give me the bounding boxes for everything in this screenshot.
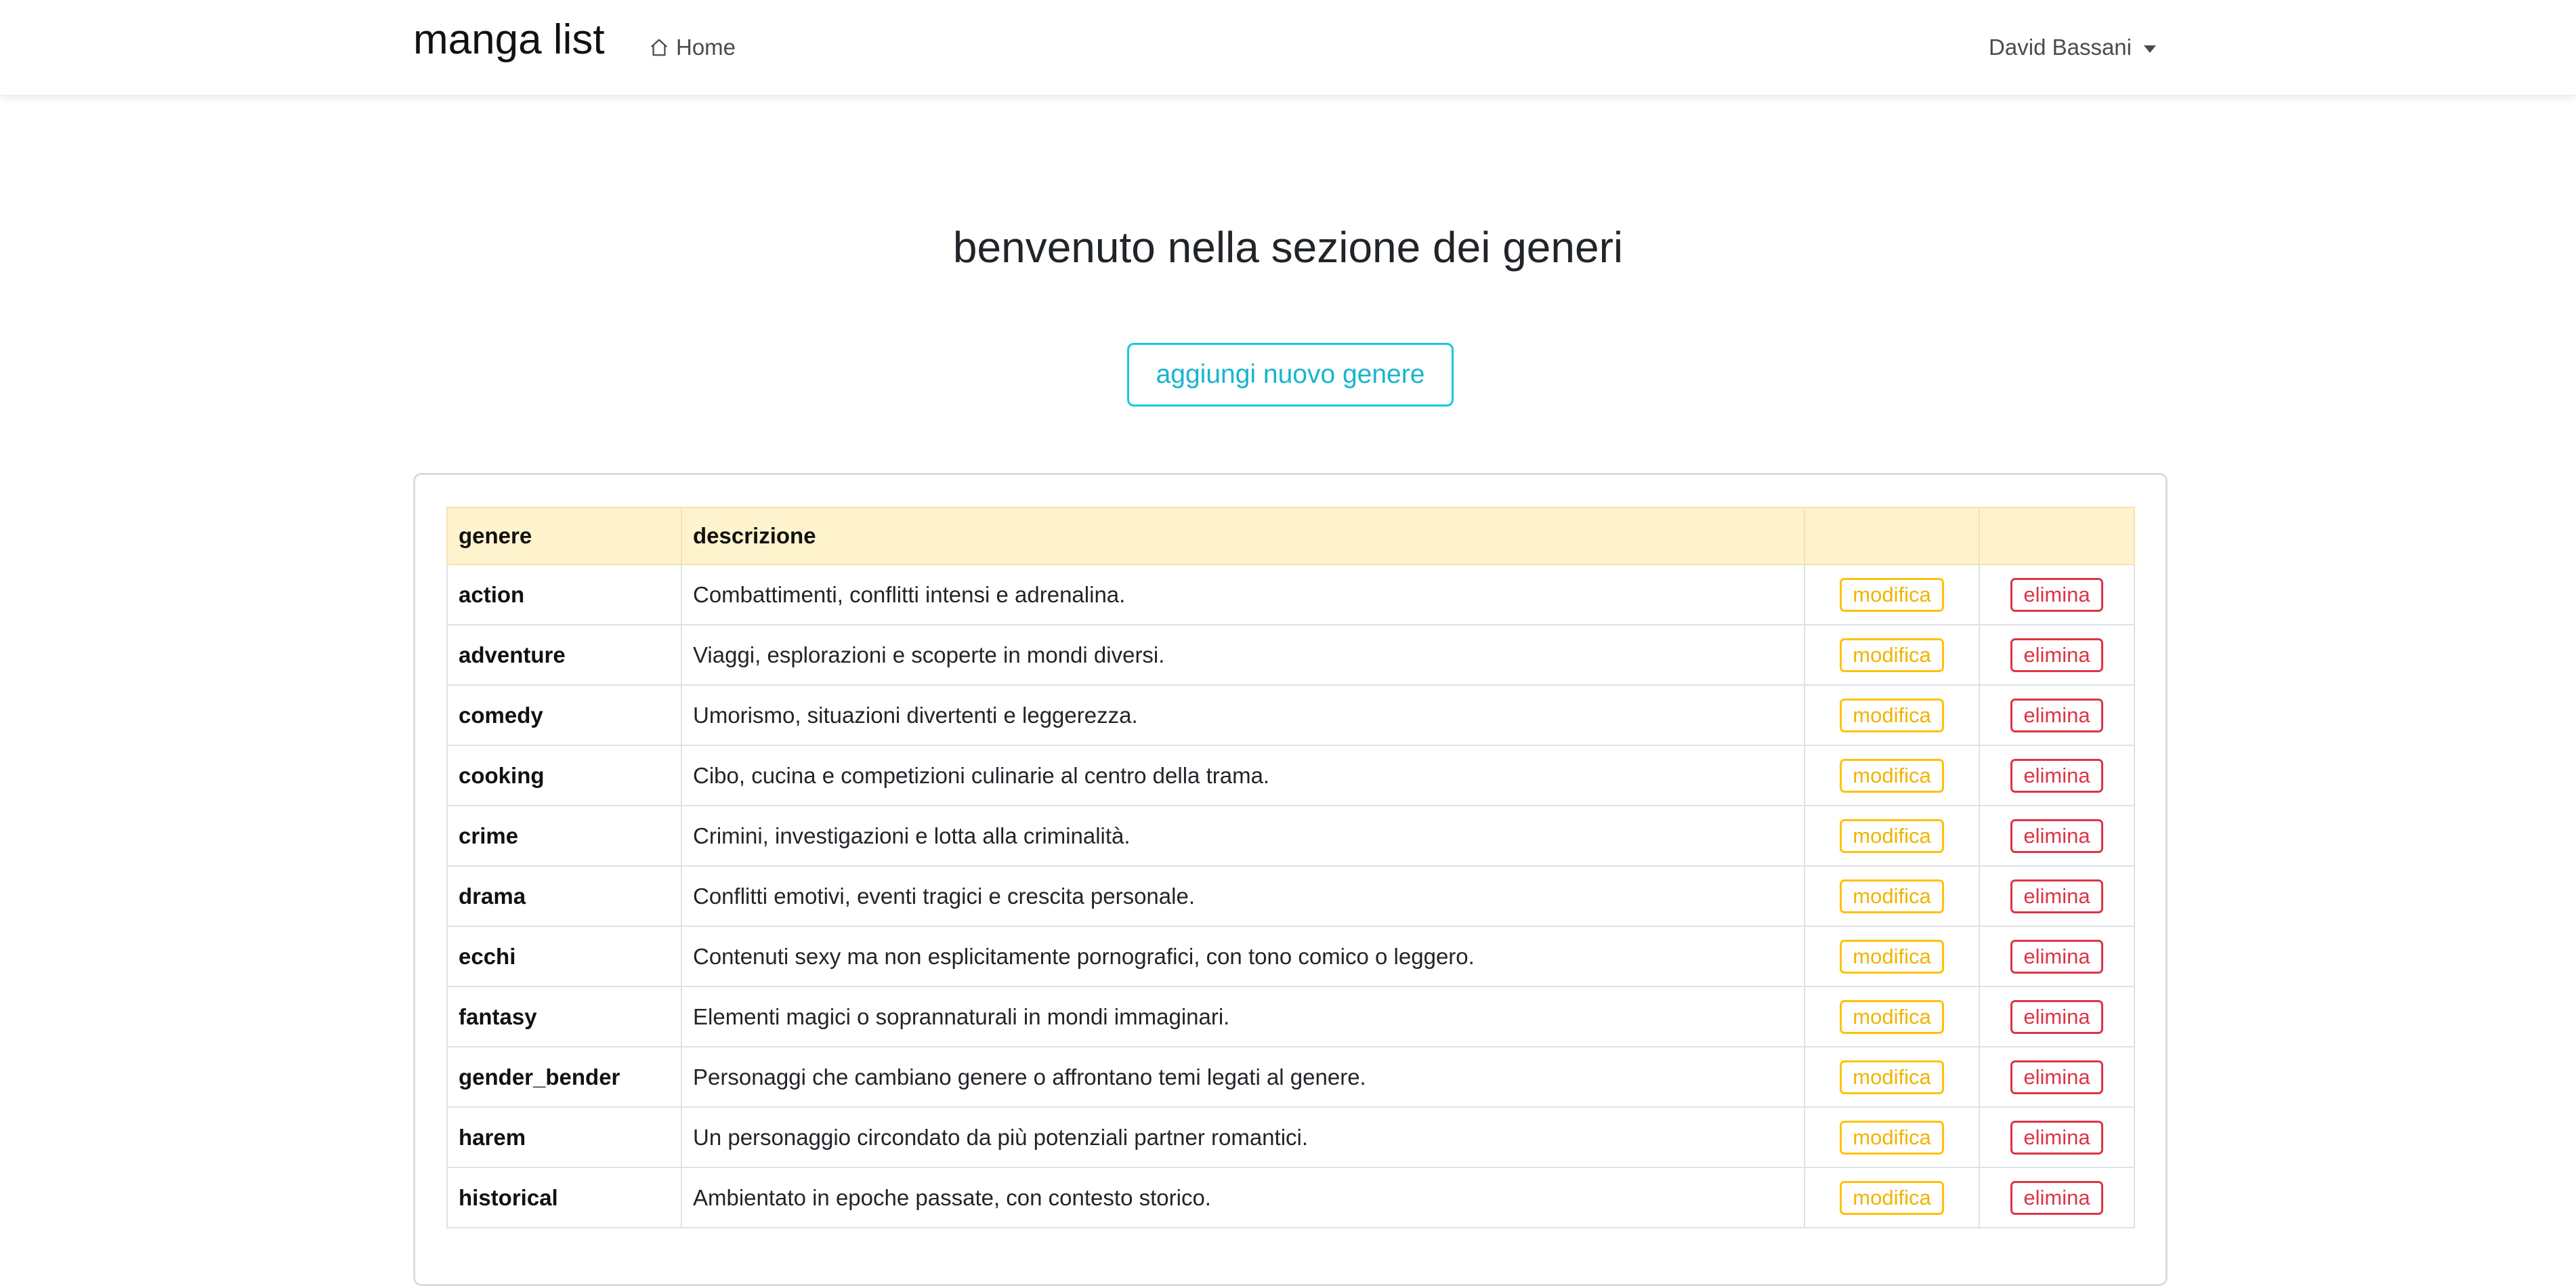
user-name: David Bassani xyxy=(1989,35,2132,60)
delete-cell: elimina xyxy=(1979,1167,2135,1228)
delete-genre-button[interactable]: elimina xyxy=(2010,1180,2103,1215)
top-navbar: manga list Home David Bassani xyxy=(0,0,2576,96)
table-row: drama Conflitti emotivi, eventi tragici e… xyxy=(446,865,2135,927)
genre-description-cell: Cibo, cucina e competizioni culinarie al… xyxy=(681,745,1805,806)
delete-genre-button[interactable]: elimina xyxy=(2010,939,2103,974)
genre-name-cell: fantasy xyxy=(446,986,682,1048)
genre-name-cell: cooking xyxy=(446,745,682,806)
delete-genre-button[interactable]: elimina xyxy=(2010,999,2103,1034)
delete-cell: elimina xyxy=(1979,624,2135,686)
delete-cell: elimina xyxy=(1979,745,2135,806)
genre-description-cell: Combattimenti, conflitti intensi e adren… xyxy=(681,564,1805,625)
table-header-row: genere descrizione xyxy=(446,507,2135,565)
delete-cell: elimina xyxy=(1979,1106,2135,1168)
delete-genre-button[interactable]: elimina xyxy=(2010,1120,2103,1155)
edit-cell: modifica xyxy=(1804,805,1980,867)
edit-genre-button[interactable]: modifica xyxy=(1840,879,1944,913)
nav-home-link[interactable]: Home xyxy=(649,30,736,64)
edit-genre-button[interactable]: modifica xyxy=(1840,939,1944,974)
column-header-delete xyxy=(1979,507,2135,565)
edit-genre-button[interactable]: modifica xyxy=(1840,577,1944,612)
delete-genre-button[interactable]: elimina xyxy=(2010,577,2103,612)
edit-cell: modifica xyxy=(1804,684,1980,746)
delete-cell: elimina xyxy=(1979,986,2135,1048)
genre-description-cell: Un personaggio circondato da più potenzi… xyxy=(681,1106,1805,1168)
delete-cell: elimina xyxy=(1979,805,2135,867)
edit-cell: modifica xyxy=(1804,564,1980,625)
delete-genre-button[interactable]: elimina xyxy=(2010,1060,2103,1094)
edit-genre-button[interactable]: modifica xyxy=(1840,1060,1944,1094)
edit-genre-button[interactable]: modifica xyxy=(1840,758,1944,793)
edit-genre-button[interactable]: modifica xyxy=(1840,818,1944,853)
genre-description-cell: Elementi magici o soprannaturali in mond… xyxy=(681,986,1805,1048)
table-row: fantasy Elementi magici o soprannaturali … xyxy=(446,986,2135,1048)
add-genre-button[interactable]: aggiungi nuovo genere xyxy=(1127,343,1454,407)
delete-genre-button[interactable]: elimina xyxy=(2010,638,2103,672)
genre-description-cell: Crimini, investigazioni e lotta alla cri… xyxy=(681,805,1805,867)
delete-cell: elimina xyxy=(1979,865,2135,927)
genre-name-cell: historical xyxy=(446,1167,682,1228)
delete-genre-button[interactable]: elimina xyxy=(2010,758,2103,793)
edit-cell: modifica xyxy=(1804,986,1980,1048)
edit-cell: modifica xyxy=(1804,1046,1980,1108)
genre-name-cell: drama xyxy=(446,865,682,927)
edit-cell: modifica xyxy=(1804,1106,1980,1168)
genre-name-cell: ecchi xyxy=(446,926,682,987)
edit-cell: modifica xyxy=(1804,745,1980,806)
edit-genre-button[interactable]: modifica xyxy=(1840,1120,1944,1155)
genre-description-cell: Viaggi, esplorazioni e scoperte in mondi… xyxy=(681,624,1805,686)
genre-description-cell: Umorismo, situazioni divertenti e legger… xyxy=(681,684,1805,746)
delete-genre-button[interactable]: elimina xyxy=(2010,879,2103,913)
page-title: benvenuto nella sezione dei generi xyxy=(952,223,1624,272)
table-row: gender_bender Personaggi che cambiano gen… xyxy=(446,1046,2135,1108)
genre-name-cell: gender_bender xyxy=(446,1046,682,1108)
delete-cell: elimina xyxy=(1979,684,2135,746)
column-header-edit xyxy=(1804,507,1980,565)
genre-name-cell: action xyxy=(446,564,682,625)
genre-description-cell: Ambientato in epoche passate, con contes… xyxy=(681,1167,1805,1228)
delete-cell: elimina xyxy=(1979,1046,2135,1108)
edit-genre-button[interactable]: modifica xyxy=(1840,638,1944,672)
table-row: crime Crimini, investigazioni e lotta all… xyxy=(446,805,2135,867)
brand-logo-link[interactable]: manga list xyxy=(413,19,605,61)
caret-down-icon xyxy=(2144,45,2156,53)
edit-cell: modifica xyxy=(1804,865,1980,927)
table-row: adventure Viaggi, esplorazioni e scoperte… xyxy=(446,624,2135,686)
genre-description-cell: Conflitti emotivi, eventi tragici e cres… xyxy=(681,865,1805,927)
table-row: action Combattimenti, conflitti intensi e… xyxy=(446,564,2135,625)
table-row: comedy Umorismo, situazioni divertenti e … xyxy=(446,684,2135,746)
delete-genre-button[interactable]: elimina xyxy=(2010,698,2103,732)
genre-description-cell: Contenuti sexy ma non esplicitamente por… xyxy=(681,926,1805,987)
genre-name-cell: comedy xyxy=(446,684,682,746)
edit-cell: modifica xyxy=(1804,926,1980,987)
edit-genre-button[interactable]: modifica xyxy=(1840,999,1944,1034)
edit-genre-button[interactable]: modifica xyxy=(1840,698,1944,732)
column-header-genre: genere xyxy=(446,507,682,565)
table-row: ecchi Contenuti sexy ma non esplicitament… xyxy=(446,926,2135,987)
genre-name-cell: harem xyxy=(446,1106,682,1168)
edit-cell: modifica xyxy=(1804,1167,1980,1228)
table-row: cooking Cibo, cucina e competizioni culin… xyxy=(446,745,2135,806)
genre-name-cell: crime xyxy=(446,805,682,867)
delete-genre-button[interactable]: elimina xyxy=(2010,818,2103,853)
genres-table: genere descrizione action Combattimenti, … xyxy=(446,507,2135,1228)
table-row: historical Ambientato in epoche passate, … xyxy=(446,1167,2135,1228)
edit-genre-button[interactable]: modifica xyxy=(1840,1180,1944,1215)
delete-cell: elimina xyxy=(1979,926,2135,987)
genre-description-cell: Personaggi che cambiano genere o affront… xyxy=(681,1046,1805,1108)
column-header-description: descrizione xyxy=(681,507,1805,565)
nav-home-label: Home xyxy=(676,35,736,60)
edit-cell: modifica xyxy=(1804,624,1980,686)
user-dropdown-toggle[interactable]: David Bassani xyxy=(1989,30,2156,64)
table-row: harem Un personaggio circondato da più po… xyxy=(446,1106,2135,1168)
home-icon xyxy=(649,37,669,58)
delete-cell: elimina xyxy=(1979,564,2135,625)
genre-name-cell: adventure xyxy=(446,624,682,686)
